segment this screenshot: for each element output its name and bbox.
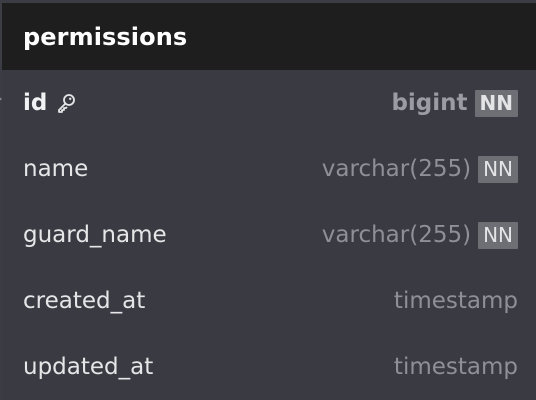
column-name-cell: guard_name [23, 222, 322, 248]
not-null-badge: NN [478, 221, 518, 249]
column-name: created_at [23, 288, 146, 314]
column-type: varchar(255) [321, 156, 472, 182]
column-name: id [23, 90, 48, 116]
column-row-id[interactable]: id bigint NN [2, 70, 536, 136]
column-type-cell: timestamp [394, 354, 518, 380]
column-name: guard_name [23, 222, 167, 248]
column-name: name [23, 156, 89, 182]
column-type-cell: varchar(255) NN [321, 155, 518, 183]
not-null-badge: NN [478, 155, 518, 183]
diagram-canvas: permissions id bigint NN name varchar(25… [0, 0, 536, 400]
entity-table[interactable]: permissions id bigint NN name varchar(25… [2, 3, 536, 400]
column-type-cell: timestamp [394, 288, 518, 314]
column-row-name[interactable]: name varchar(255) NN [2, 136, 536, 202]
column-name-cell: updated_at [23, 354, 394, 380]
column-name: updated_at [23, 354, 154, 380]
column-type: varchar(255) [321, 222, 472, 248]
column-list: id bigint NN name varchar(255) NN guard_… [2, 70, 536, 400]
key-icon [55, 92, 77, 114]
column-row-created-at[interactable]: created_at timestamp [2, 268, 536, 334]
column-type: timestamp [393, 288, 518, 314]
table-title: permissions [23, 22, 188, 51]
column-type: timestamp [393, 354, 518, 380]
not-null-badge: NN [474, 89, 518, 117]
column-type-cell: varchar(255) NN [321, 221, 518, 249]
column-type: bigint [391, 90, 468, 116]
column-name-cell: id [23, 90, 391, 116]
column-type-cell: bigint NN [391, 89, 518, 117]
column-row-updated-at[interactable]: updated_at timestamp [2, 334, 536, 400]
column-name-cell: created_at [23, 288, 394, 314]
column-row-guard-name[interactable]: guard_name varchar(255) NN [2, 202, 536, 268]
table-header[interactable]: permissions [2, 3, 536, 70]
column-name-cell: name [23, 156, 322, 182]
